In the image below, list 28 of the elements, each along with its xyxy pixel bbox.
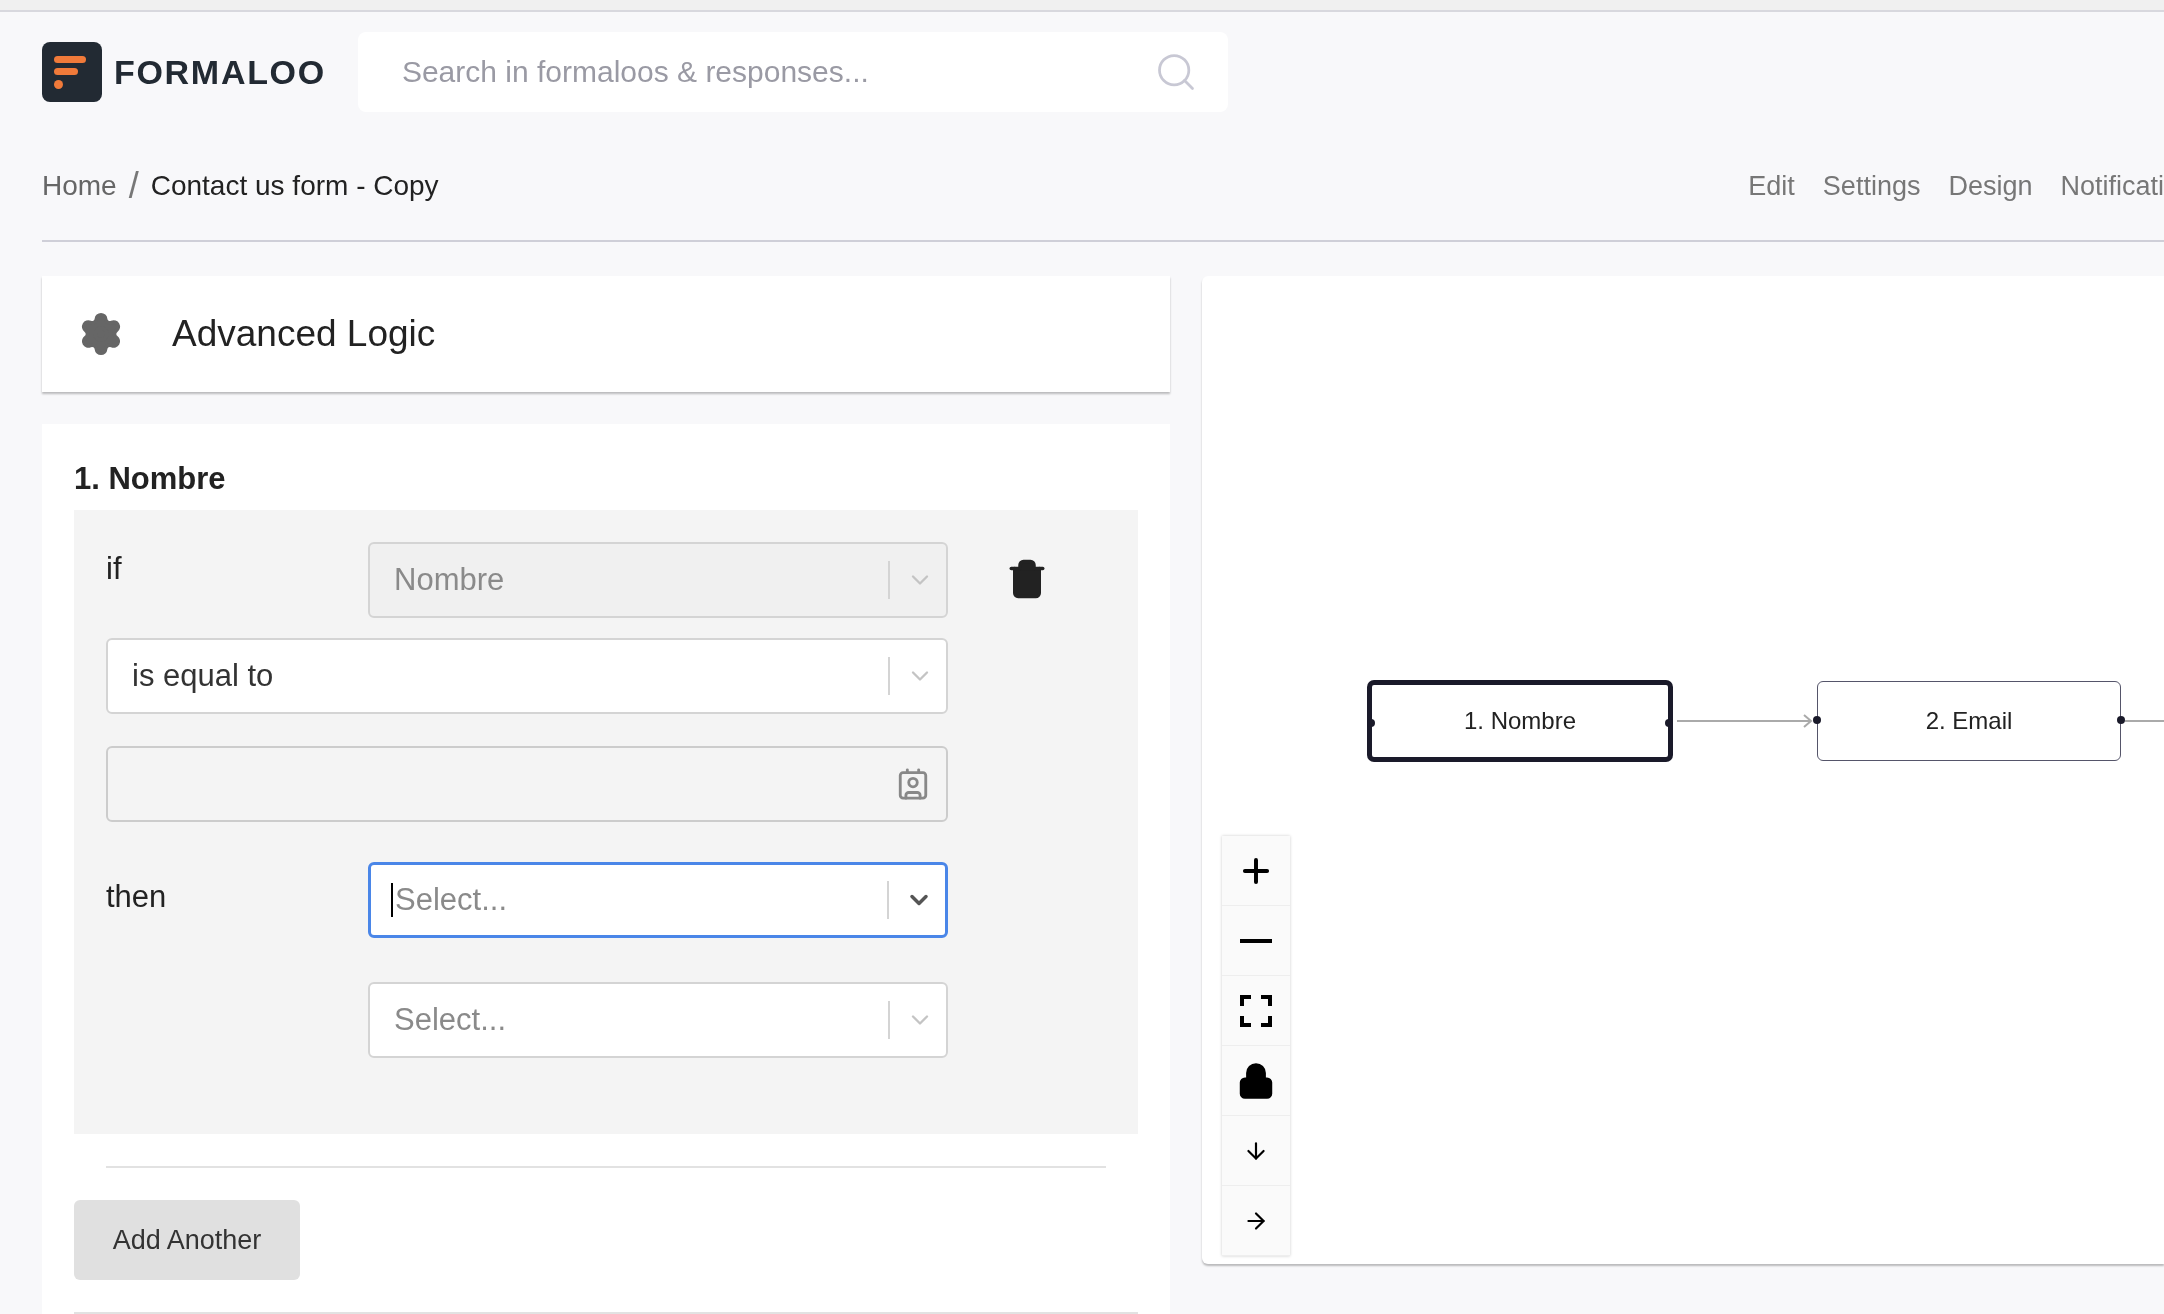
panel-title: Advanced Logic	[172, 312, 436, 356]
nav-tab[interactable]: Notificati	[2060, 165, 2164, 207]
canvas-control-button[interactable]	[1222, 976, 1290, 1046]
action-select[interactable]: Select...	[368, 982, 948, 1058]
rule-title: 1. Nombre	[74, 459, 227, 498]
add-another-button[interactable]: Add Another	[74, 1200, 300, 1280]
then-label: then	[106, 878, 168, 916]
breadcrumb-current: Contact us form - Copy	[150, 169, 439, 203]
if-label: if	[106, 550, 123, 588]
value-input[interactable]	[106, 746, 948, 822]
search-field[interactable]: Search in formaloos & responses...	[357, 32, 1228, 112]
lock-icon	[1237, 1061, 1275, 1100]
operator-select[interactable]: is equal to	[106, 638, 948, 714]
flow-node[interactable]: 1. Nombre	[1368, 681, 1672, 761]
fit-view-icon	[1240, 994, 1272, 1027]
breadcrumb-separator: /	[128, 164, 139, 208]
logo-wordmark: FORMALOO	[114, 51, 326, 93]
canvas-control-button[interactable]	[1222, 1046, 1290, 1116]
nav-tab[interactable]: Settings	[1822, 165, 1921, 207]
nav-tab[interactable]: Edit	[1748, 165, 1795, 207]
logo-icon	[42, 42, 102, 102]
canvas-control-button[interactable]	[1222, 836, 1290, 906]
canvas-control-button[interactable]	[1222, 906, 1290, 976]
nav-tab[interactable]: Design	[1948, 165, 2033, 207]
action-select[interactable]: Select...	[368, 862, 948, 938]
contact-card-icon	[896, 767, 930, 801]
zoom-out-icon	[1240, 938, 1272, 943]
breadcrumb-link[interactable]: Home	[42, 165, 117, 207]
